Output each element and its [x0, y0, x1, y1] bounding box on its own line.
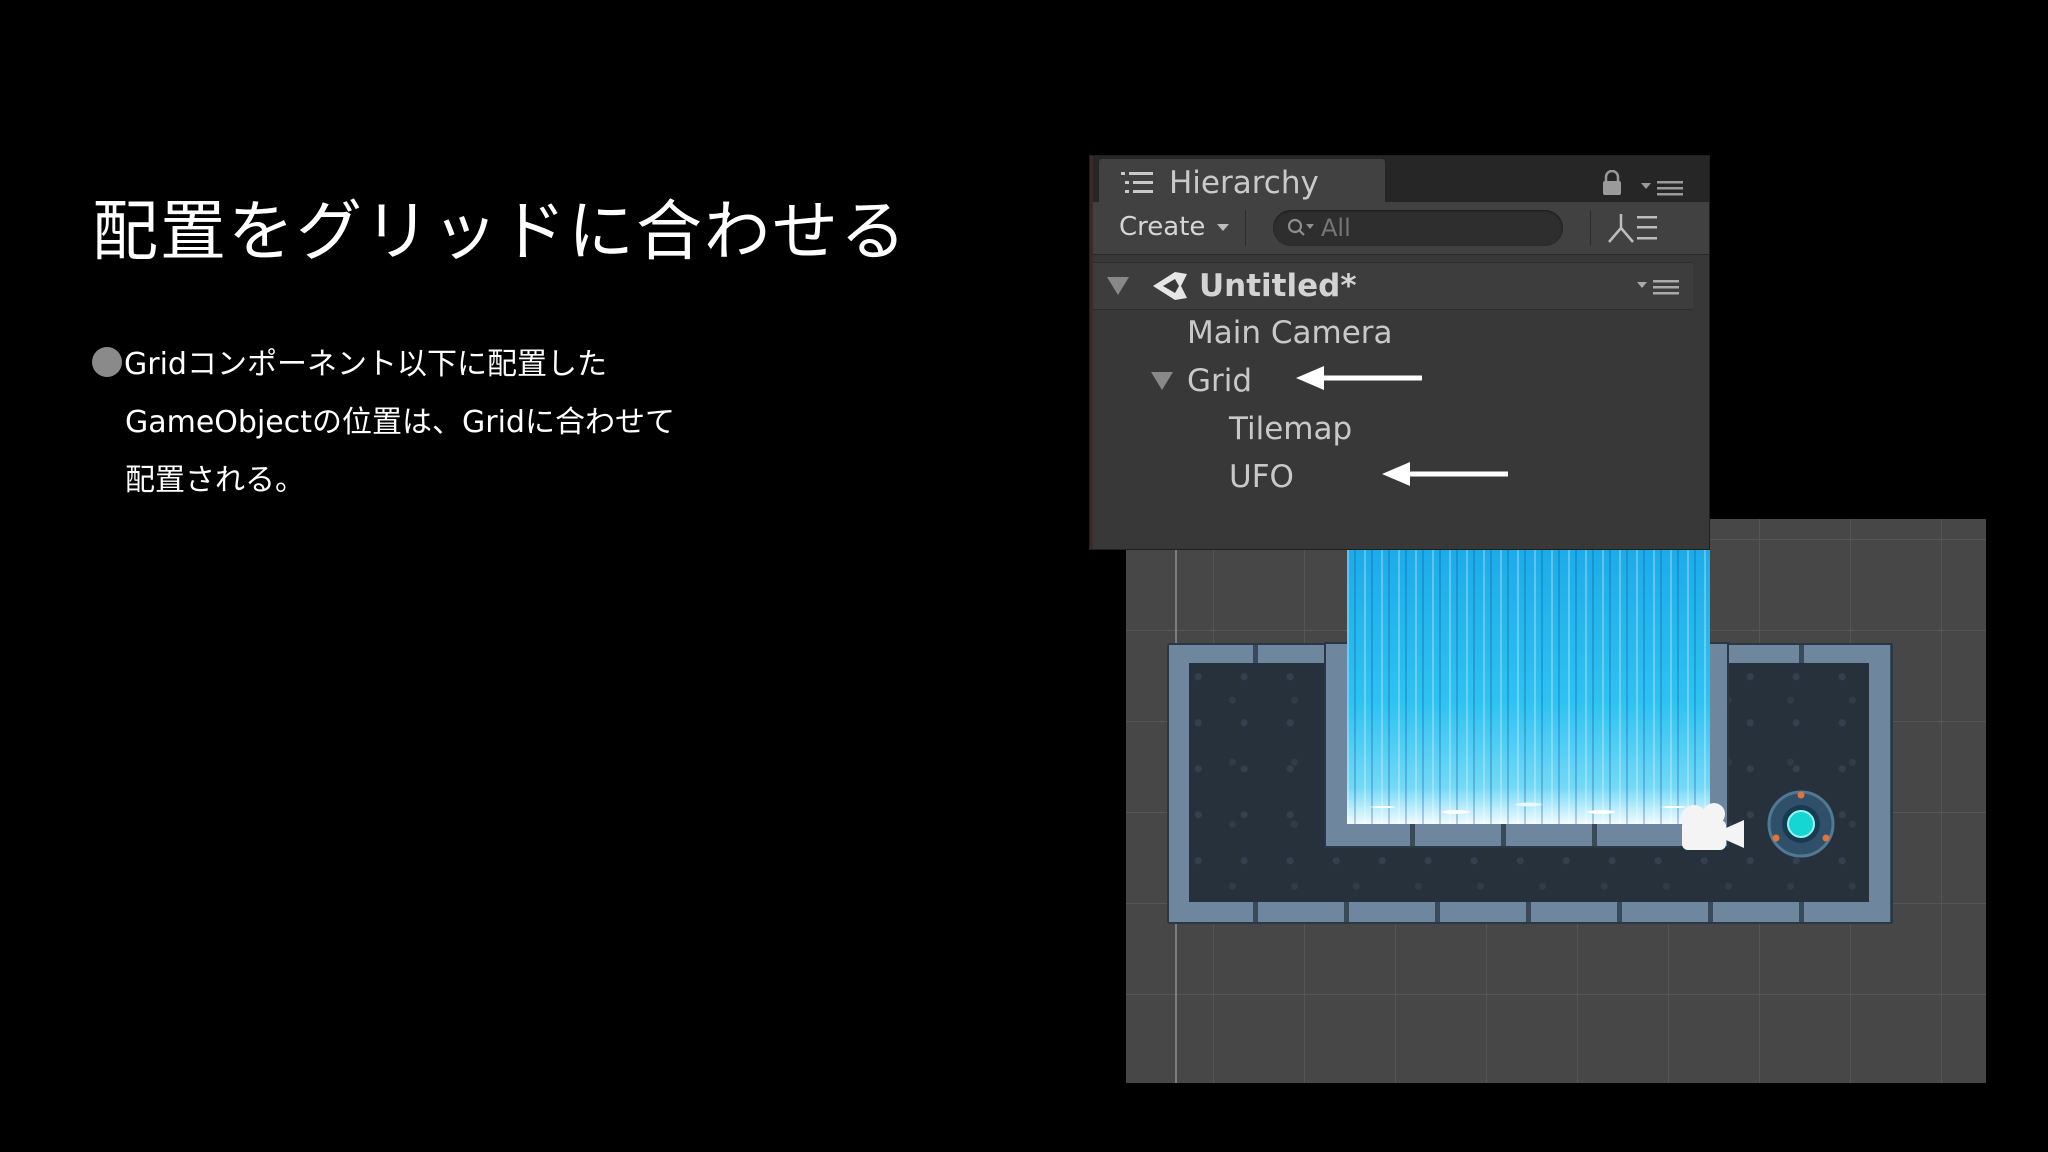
tab-hierarchy-label: Hierarchy — [1169, 165, 1319, 201]
hierarchy-toolbar: Create — [1093, 202, 1709, 255]
search-field[interactable] — [1273, 210, 1563, 246]
toolbar-divider — [1245, 210, 1246, 246]
toolbar-divider-2 — [1590, 210, 1591, 246]
chevron-down-icon — [1217, 224, 1230, 231]
bullet-line-3: 配置される。 — [125, 463, 305, 498]
callout-arrow-grid — [1296, 366, 1422, 390]
create-button[interactable]: Create — [1111, 208, 1237, 246]
bullet-dot-icon — [92, 347, 122, 377]
hierarchy-item-label: Grid — [1187, 363, 1253, 399]
hierarchy-item-label: Main Camera — [1187, 315, 1393, 351]
hierarchy-tree: Untitled* Main Camera Grid Tilemap UFO — [1093, 254, 1709, 549]
scene-row[interactable]: Untitled* — [1093, 262, 1693, 310]
camera-gizmo-icon[interactable] — [1672, 798, 1748, 856]
slide-title: 配置をグリッドに合わせる — [92, 193, 908, 270]
callout-arrow-ufo — [1382, 462, 1508, 486]
scene-name-label: Untitled* — [1199, 268, 1357, 304]
hierarchy-item-main-camera[interactable]: Main Camera — [1093, 310, 1693, 356]
scene-menu-icon[interactable] — [1637, 279, 1681, 295]
bullet-line-1: Gridコンポーネント以下に配置した — [92, 336, 812, 394]
bullet-line-2: GameObjectの位置は、Gridに合わせて — [125, 405, 675, 440]
window-menu-icon[interactable] — [1641, 180, 1685, 196]
bullet-text: Gridコンポーネント以下に配置した GameObjectの位置は、Gridに合… — [92, 336, 812, 510]
tab-hierarchy[interactable]: Hierarchy — [1099, 159, 1385, 202]
hierarchy-item-label: Tilemap — [1229, 411, 1353, 447]
fold-arrow-icon[interactable] — [1151, 372, 1173, 390]
waterfall-foam — [1347, 777, 1710, 827]
hierarchy-window: Hierarchy Create All Untitled* Main Came… — [1090, 156, 1709, 549]
hierarchy-tabbar: Hierarchy — [1093, 156, 1709, 202]
search-icon — [1287, 218, 1314, 236]
ufo-sprite[interactable] — [1766, 789, 1836, 859]
hierarchy-item-label: UFO — [1229, 459, 1294, 495]
lock-icon[interactable] — [1601, 170, 1623, 196]
bullet-line-1-text: Gridコンポーネント以下に配置した — [124, 347, 607, 382]
scene-view[interactable] — [1126, 519, 1986, 1083]
fold-arrow-icon[interactable] — [1107, 277, 1129, 295]
sort-icon[interactable] — [1607, 212, 1659, 244]
list-icon — [1121, 172, 1153, 193]
unity-scene-icon — [1153, 272, 1187, 300]
search-input[interactable] — [1319, 213, 1543, 243]
create-button-label: Create — [1119, 212, 1206, 242]
hierarchy-item-tilemap[interactable]: Tilemap — [1093, 406, 1693, 452]
